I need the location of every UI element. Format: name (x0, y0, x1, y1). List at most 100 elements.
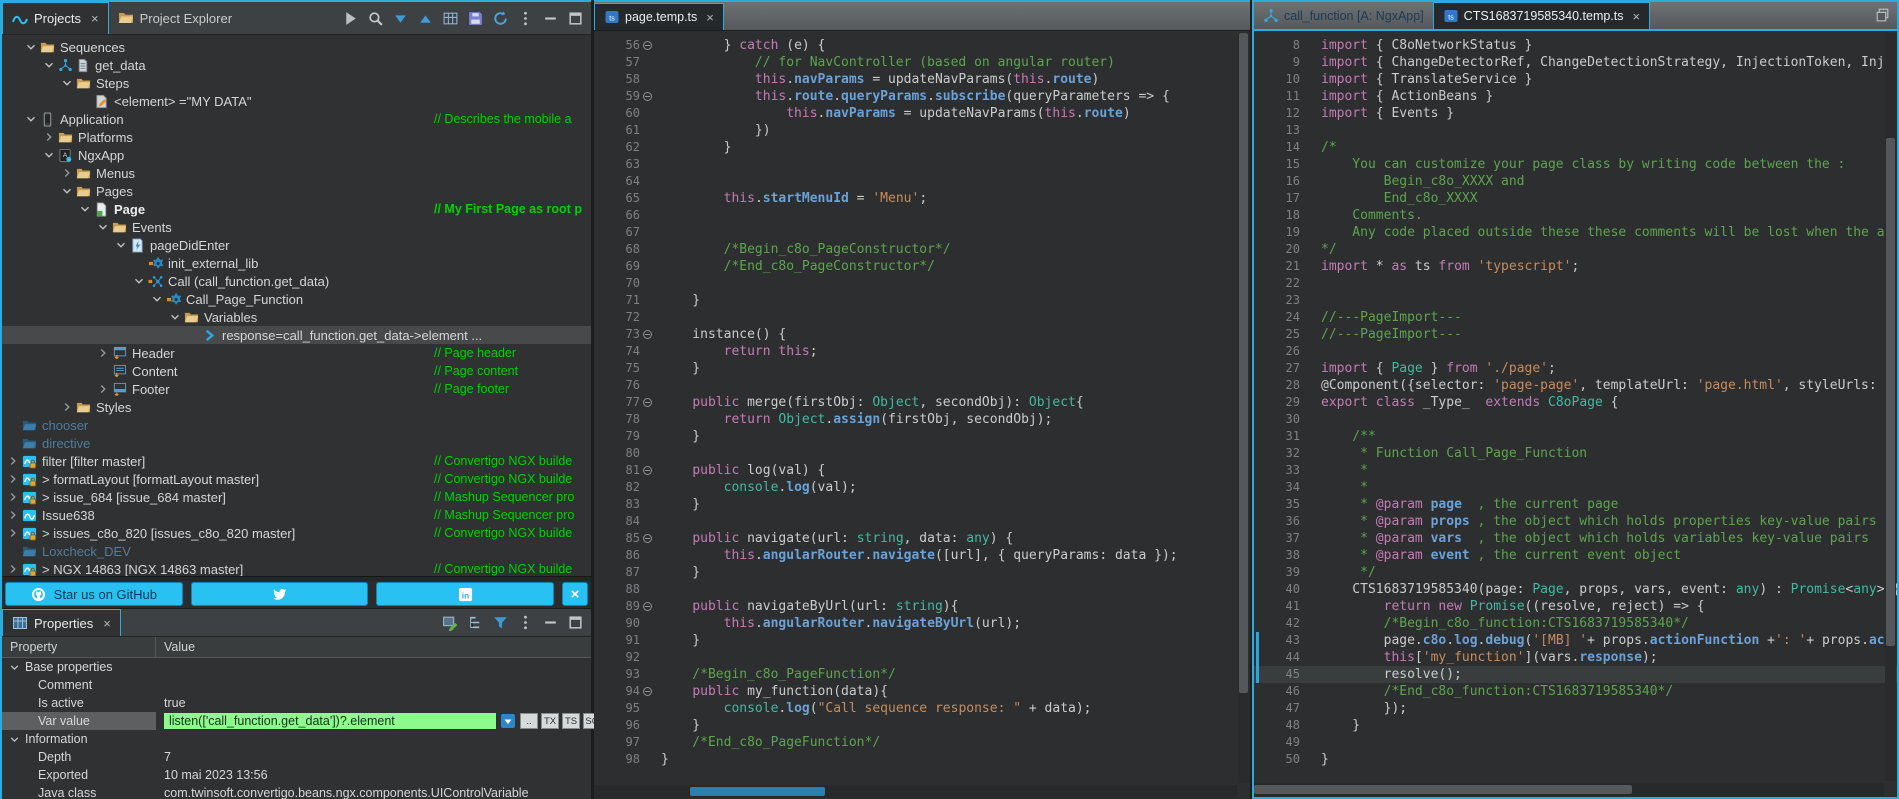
chevron-down-icon[interactable] (114, 238, 128, 252)
chevron-down-icon[interactable] (42, 58, 56, 72)
fold-marker-icon[interactable] (640, 462, 654, 479)
refresh-icon[interactable] (492, 10, 509, 27)
chevron-down-icon[interactable] (42, 148, 56, 162)
tab-properties[interactable]: Properties× (2, 609, 121, 636)
property-row-base-properties[interactable]: Base properties (2, 658, 591, 676)
chevron-right-icon[interactable] (6, 562, 20, 576)
save-icon[interactable] (467, 10, 484, 27)
property-value[interactable]: true (156, 696, 591, 710)
property-value[interactable]: listen(['call_function.get_data'])?.elem… (156, 713, 591, 729)
maximize-icon[interactable] (567, 614, 584, 631)
edit-image-icon[interactable] (442, 614, 459, 631)
code-area[interactable]: 56 } catch (e) {57 // for NavController … (594, 31, 1250, 781)
tab-project-explorer[interactable]: Project Explorer (109, 2, 241, 34)
project-tree[interactable]: Sequencesget_dataSteps<element> ="MY DAT… (2, 35, 591, 576)
chevron-right-icon[interactable] (6, 472, 20, 486)
tree-item-element-my-data[interactable]: <element> ="MY DATA" (2, 92, 591, 110)
tree-item-pagedidenter[interactable]: pageDidEnter (2, 236, 591, 254)
scrollbar-thumb[interactable] (1886, 138, 1895, 647)
minimize-icon[interactable] (542, 614, 559, 631)
close-icon[interactable]: × (91, 11, 99, 26)
property-row-comment[interactable]: Comment (2, 676, 591, 694)
dropdown-icon[interactable] (499, 713, 517, 729)
chevron-down-icon[interactable] (132, 274, 146, 288)
property-row-exported[interactable]: Exported10 mai 2023 13:56 (2, 766, 591, 784)
tree-item-content[interactable]: Content// Page content (2, 362, 591, 380)
linkedin-button[interactable]: in (376, 582, 554, 606)
tree-item-issue-684-issue-684-master[interactable]: > issue_684 [issue_684 master]// Mashup … (2, 488, 591, 506)
chevron-right-icon[interactable] (42, 130, 56, 144)
restore-icon[interactable] (1874, 6, 1891, 23)
tree-item-call-call-function-get-data[interactable]: Call (call_function.get_data) (2, 272, 591, 290)
var-value-button-tx[interactable]: TX (541, 713, 559, 729)
chevron-right-icon[interactable] (96, 346, 110, 360)
chevron-right-icon[interactable] (6, 454, 20, 468)
var-value-field[interactable]: listen(['call_function.get_data'])?.elem… (164, 713, 496, 729)
editor-tab-page-temp-ts[interactable]: tspage.temp.ts× (594, 3, 724, 30)
chevron-right-icon[interactable] (6, 490, 20, 504)
chevron-down-icon[interactable] (8, 733, 21, 746)
kebab-icon[interactable] (517, 614, 534, 631)
property-row-is-active[interactable]: Is activetrue (2, 694, 591, 712)
property-value[interactable]: 7 (156, 750, 591, 764)
fold-marker-icon[interactable] (640, 326, 654, 343)
fold-marker-icon[interactable] (640, 683, 654, 700)
editor-cts-temp-ts[interactable]: call_function [A: NgxApp]tsCTS1683719585… (1252, 0, 1899, 799)
tree-item-get-data[interactable]: get_data (2, 56, 591, 74)
tree-item-header[interactable]: Header// Page header (2, 344, 591, 362)
chevron-down-icon[interactable] (24, 40, 38, 54)
search-icon[interactable] (367, 10, 384, 27)
chevron-down-icon[interactable] (24, 112, 38, 126)
close-icon[interactable]: × (103, 616, 111, 631)
scrollbar-thumb[interactable] (1239, 33, 1248, 693)
twitter-button[interactable] (191, 582, 369, 606)
caret-down-icon[interactable] (392, 10, 409, 27)
property-value[interactable]: 10 mai 2023 13:56 (156, 768, 591, 782)
fold-marker-icon[interactable] (640, 88, 654, 105)
editor-page-temp-ts[interactable]: tspage.temp.ts×56 } catch (e) {57 // for… (594, 0, 1250, 799)
scrollbar-thumb[interactable] (690, 787, 825, 796)
chevron-right-icon[interactable] (60, 166, 74, 180)
tree-item-application[interactable]: Application// Describes the mobile a (2, 110, 591, 128)
tab-projects[interactable]: Projects× (2, 2, 109, 34)
chevron-down-icon[interactable] (60, 184, 74, 198)
chevron-down-icon[interactable] (78, 202, 92, 216)
tree-item-platforms[interactable]: Platforms (2, 128, 591, 146)
tree-item-page[interactable]: Page// My First Page as root p (2, 200, 591, 218)
fold-marker-icon[interactable] (640, 530, 654, 547)
tree-item-menus[interactable]: Menus (2, 164, 591, 182)
property-row-var-value[interactable]: Var valuelisten(['call_function.get_data… (2, 712, 591, 730)
tree-item-sequences[interactable]: Sequences (2, 38, 591, 56)
maximize-icon[interactable] (567, 10, 584, 27)
vertical-scrollbar[interactable] (1885, 33, 1896, 781)
tree-item-variables[interactable]: Variables (2, 308, 591, 326)
close-icon[interactable]: × (706, 10, 714, 25)
chevron-down-icon[interactable] (96, 220, 110, 234)
tree-item-init-external-lib[interactable]: init_external_lib (2, 254, 591, 272)
var-value-button-ts[interactable]: TS (562, 713, 580, 729)
property-row-java-class[interactable]: Java classcom.twinsoft.convertigo.beans.… (2, 784, 591, 799)
scrollbar-thumb[interactable] (1254, 785, 1632, 794)
tree-item-ngxapp[interactable]: ANgxApp (2, 146, 591, 164)
caret-up-icon[interactable] (417, 10, 434, 27)
var-value-button-item[interactable]: .. (520, 713, 538, 729)
tree-item-loxcheck-dev[interactable]: Loxcheck_DEV (2, 542, 591, 560)
chevron-down-icon[interactable] (60, 76, 74, 90)
tree-item-call-page-function[interactable]: Call_Page_Function (2, 290, 591, 308)
chevron-down-icon[interactable] (150, 292, 164, 306)
property-row-depth[interactable]: Depth7 (2, 748, 591, 766)
chevron-down-icon[interactable] (8, 661, 21, 674)
tree-item-events[interactable]: Events (2, 218, 591, 236)
tree-item-formatlayout-formatlayout-master[interactable]: > formatLayout [formatLayout master]// C… (2, 470, 591, 488)
fold-marker-icon[interactable] (640, 598, 654, 615)
minimize-icon[interactable] (542, 10, 559, 27)
editor-tab-cts1683719585340-temp-ts[interactable]: tsCTS1683719585340.temp.ts× (1433, 2, 1650, 29)
tree-item-filter-filter-master[interactable]: filter [filter master]// Convertigo NGX … (2, 452, 591, 470)
fold-marker-icon[interactable] (640, 37, 654, 54)
tree-item-issues-c8o-820-issues-c8o-820-master[interactable]: > issues_c8o_820 [issues_c8o_820 master]… (2, 524, 591, 542)
tree-item-styles[interactable]: Styles (2, 398, 591, 416)
tree-item-steps[interactable]: Steps (2, 74, 591, 92)
grid-icon[interactable] (442, 10, 459, 27)
tree-item-ngx-14863-ngx-14863-master[interactable]: > NGX 14863 [NGX 14863 master]// Convert… (2, 560, 591, 576)
chevron-down-icon[interactable] (168, 310, 182, 324)
